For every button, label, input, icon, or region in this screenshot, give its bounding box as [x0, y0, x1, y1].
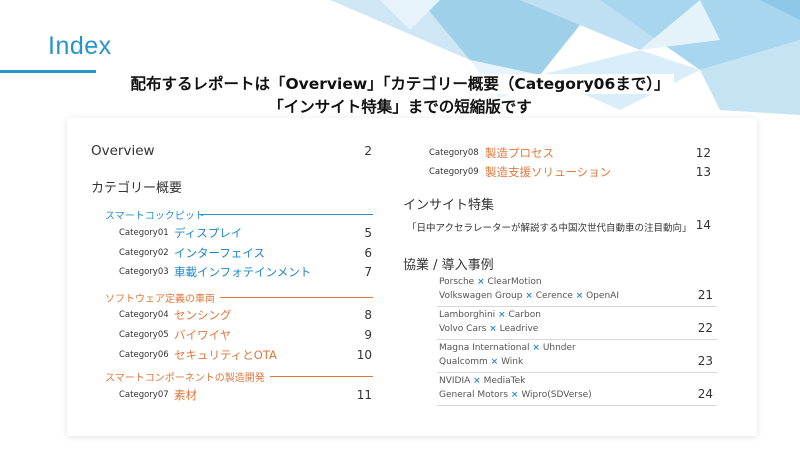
category-link-infotainment[interactable]: 車載インフォテインメント	[174, 264, 311, 280]
case-page: 24	[697, 387, 713, 401]
case-line[interactable]: General Motors × Wipro(SDVerse)	[439, 390, 592, 400]
category-page: 10	[356, 348, 372, 362]
insight-link[interactable]: 「日中アクセラレーターが解説する中国次世代自動車の注目動向」	[407, 220, 692, 234]
case-divider	[437, 306, 717, 307]
category-page: 11	[356, 388, 372, 402]
cross-icon: ×	[575, 291, 584, 301]
category-link-display[interactable]: ディスプレイ	[174, 225, 242, 241]
category-link-manufacturing-support[interactable]: 製造支援ソリューション	[485, 164, 611, 180]
case-line[interactable]: Volkswagen Group × Cerence × OpenAI	[439, 291, 619, 301]
category-page: 8	[364, 308, 372, 322]
category-overview-heading: カテゴリー概要	[91, 181, 183, 196]
category-code: Category02	[119, 248, 169, 258]
cross-icon: ×	[532, 343, 540, 353]
category-code: Category06	[119, 350, 169, 360]
category-link-security-ota[interactable]: セキュリティとOTA	[174, 347, 277, 363]
category-page: 12	[695, 146, 711, 160]
case-line[interactable]: Volvo Cars × Leadrive	[439, 324, 538, 334]
category-page: 6	[364, 246, 372, 260]
section-title-smart-cockpit: スマートコックピット	[105, 211, 205, 222]
case-line[interactable]: Porsche × ClearMotion	[439, 277, 542, 287]
category-link-sensing[interactable]: センシング	[174, 307, 232, 323]
insight-heading: インサイト特集	[403, 198, 495, 213]
category-page: 13	[695, 165, 711, 179]
case-page: 21	[697, 288, 713, 302]
case-divider	[437, 339, 717, 340]
category-code: Category05	[119, 330, 169, 340]
overview-label[interactable]: Overview	[91, 143, 155, 159]
insight-page: 14	[695, 218, 711, 232]
case-line[interactable]: NVIDIA × MediaTek	[439, 376, 525, 386]
cross-icon: ×	[490, 357, 499, 367]
case-divider	[437, 372, 717, 373]
page-title: Index	[48, 32, 112, 60]
category-code: Category01	[119, 228, 169, 238]
section-rule	[220, 297, 373, 298]
section-title-software-defined-vehicle: ソフトウェア定義の車両	[105, 294, 215, 305]
section-rule	[200, 214, 373, 215]
section-title-smart-components: スマートコンポーネントの製造開発	[105, 373, 265, 384]
cross-icon: ×	[510, 390, 519, 400]
cases-heading: 協業 / 導入事例	[403, 258, 494, 273]
cross-icon: ×	[477, 277, 485, 287]
category-code: Category04	[119, 310, 169, 320]
case-line[interactable]: Qualcomm × Wink	[439, 357, 523, 367]
notice-line-1: 配布するレポートは「Overview」「カテゴリー概要（Category06まで…	[0, 72, 800, 94]
category-code: Category08	[429, 148, 479, 158]
overview-page: 2	[364, 144, 372, 158]
cross-icon: ×	[489, 324, 497, 334]
cross-icon: ×	[473, 376, 481, 386]
category-code: Category09	[429, 167, 479, 177]
cross-icon: ×	[498, 310, 506, 320]
category-link-materials[interactable]: 素材	[174, 387, 197, 403]
index-card: Overview 2 カテゴリー概要 スマートコックピット Category01…	[67, 118, 757, 436]
category-code: Category07	[119, 390, 169, 400]
category-link-by-wire[interactable]: バイワイヤ	[174, 327, 231, 343]
cross-icon: ×	[525, 291, 533, 301]
category-page: 9	[364, 328, 372, 342]
case-divider	[437, 405, 717, 406]
category-page: 7	[364, 265, 372, 279]
notice-line-2: 「インサイト特集」までの短縮版です	[0, 95, 800, 117]
section-rule	[270, 376, 373, 377]
case-page: 22	[697, 321, 713, 335]
category-link-manufacturing-process[interactable]: 製造プロセス	[485, 145, 554, 161]
category-code: Category03	[119, 267, 169, 277]
case-page: 23	[697, 354, 713, 368]
case-line[interactable]: Lamborghini × Carbon	[439, 310, 541, 320]
category-link-interface[interactable]: インターフェイス	[174, 245, 265, 261]
category-page: 5	[364, 226, 372, 240]
case-line[interactable]: Magna International × Uhnder	[439, 343, 576, 353]
